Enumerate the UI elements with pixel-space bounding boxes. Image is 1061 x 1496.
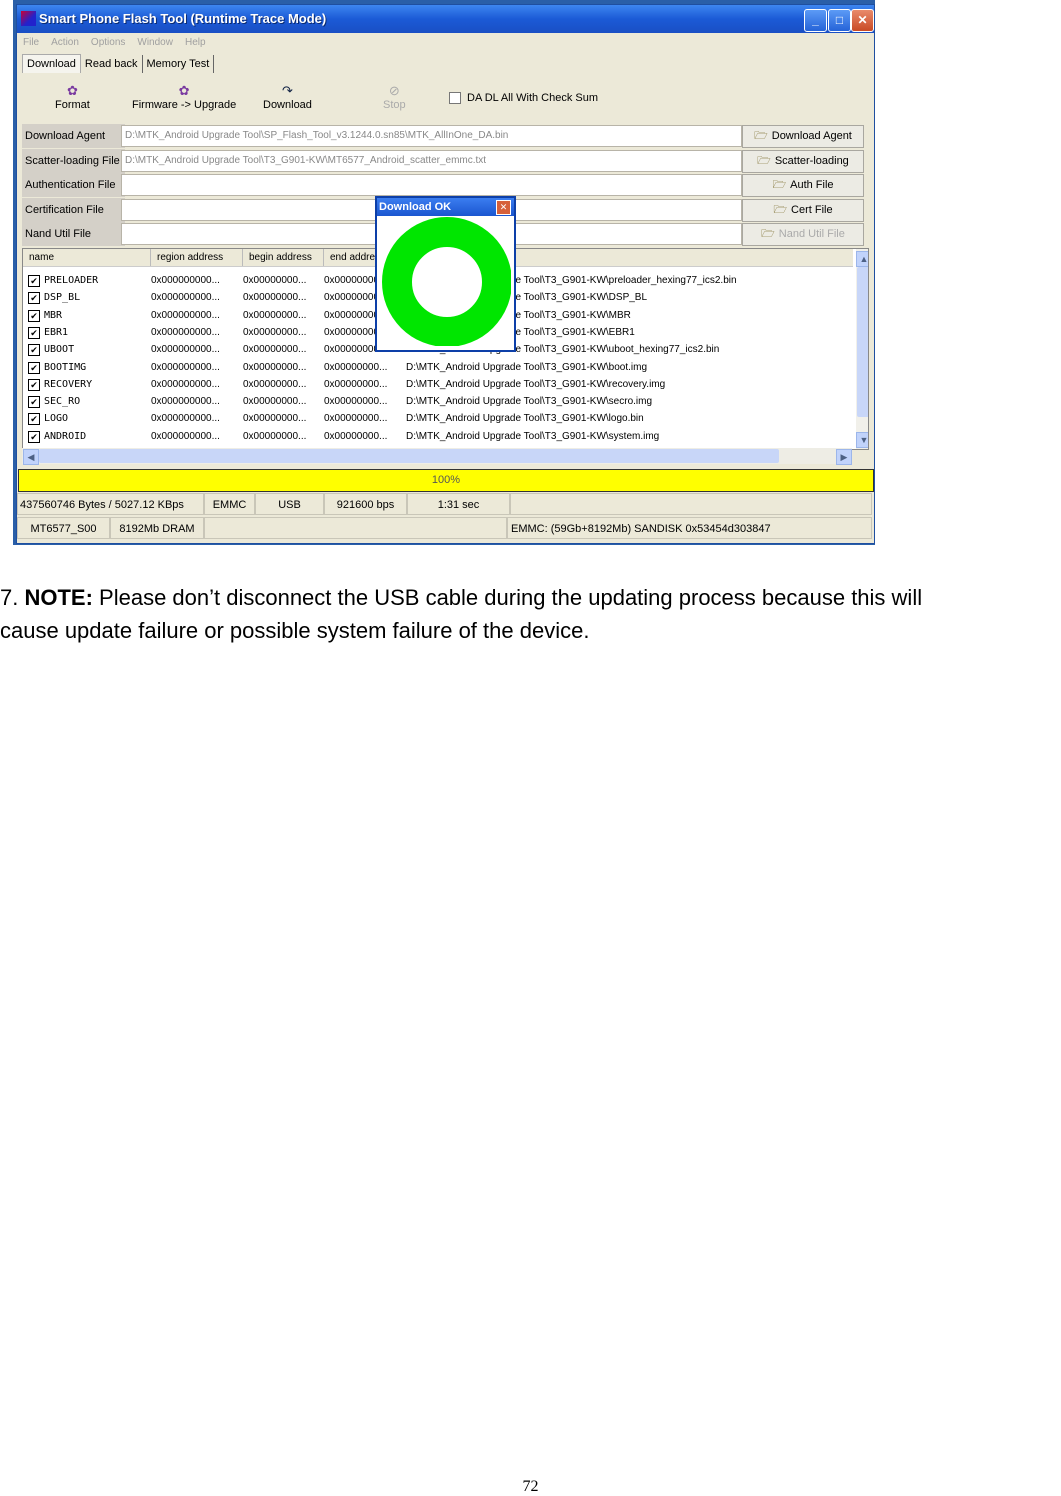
status-bytes: 437560746 Bytes / 5027.12 KBps [17, 493, 204, 515]
file-label: Authentication File [22, 173, 125, 198]
status-chip: MT6577_S00 [17, 517, 110, 539]
table-row[interactable]: ✔ ANDROID 0x000000000... 0x00000000... 0x… [23, 428, 853, 445]
browse-file-button[interactable]: 🗁 Nand Util File [742, 223, 864, 247]
checkbox-checked-icon[interactable]: ✔ [28, 361, 40, 374]
hscroll-thumb[interactable] [39, 449, 779, 463]
checkbox-checked-icon[interactable]: ✔ [28, 413, 40, 426]
status-time: 1:31 sec [407, 493, 510, 515]
col-name[interactable]: name [23, 249, 151, 266]
status-emmc-info: EMMC: (59Gb+8192Mb) SANDISK 0x53454d3038… [507, 517, 872, 539]
close-button[interactable]: ✕ [851, 9, 874, 32]
scroll-down-icon[interactable]: ▼ [856, 432, 868, 448]
menu-bar: File Action Options Window Help [17, 33, 874, 52]
folder-icon: 🗁 [773, 203, 788, 216]
checkbox-checked-icon[interactable]: ✔ [28, 309, 40, 322]
checkbox-checked-icon[interactable]: ✔ [28, 344, 40, 357]
horizontal-scrollbar[interactable]: ◀ ▶ [22, 448, 852, 465]
success-ring-icon [382, 217, 511, 346]
browse-file-button[interactable]: 🗁 Auth File [742, 174, 864, 198]
col-region[interactable]: region address [151, 249, 243, 266]
folder-icon: 🗁 [761, 228, 775, 241]
format-button[interactable]: ✿ Format [55, 83, 90, 111]
status-empty-2 [204, 517, 507, 539]
menu-window[interactable]: Window [137, 37, 173, 48]
scroll-thumb[interactable] [857, 267, 868, 417]
tab-download[interactable]: Download [22, 54, 81, 73]
tab-bar: Download Read back Memory Test [22, 54, 215, 76]
col-begin[interactable]: begin address [243, 249, 324, 266]
progress-bar: 100% [18, 469, 874, 492]
stop-button[interactable]: ⊘ Stop [383, 83, 406, 111]
maximize-button[interactable]: □ [828, 9, 851, 32]
tab-memory-test[interactable]: Memory Test [143, 55, 215, 73]
app-icon [21, 11, 36, 26]
file-label: Certification File [22, 197, 125, 222]
tab-read-back[interactable]: Read back [81, 55, 143, 73]
page-number: 72 [522, 1478, 539, 1495]
checkbox-checked-icon[interactable]: ✔ [28, 275, 40, 287]
download-button[interactable]: ↷ Download [263, 83, 312, 111]
status-baud: 921600 bps [324, 493, 407, 515]
browse-file-button[interactable]: 🗁 Scatter-loading [742, 149, 864, 173]
status-empty [510, 493, 872, 515]
checksum-checkbox[interactable]: DA DL All With Check Sum [449, 92, 598, 105]
upgrade-icon: ✿ [178, 83, 190, 98]
folder-icon: 🗁 [754, 130, 768, 142]
browse-file-button[interactable]: 🗁 Download Agent [742, 125, 864, 148]
menu-help[interactable]: Help [185, 37, 206, 48]
note-line-1: 7. NOTE: Please don’t disconnect the USB… [0, 585, 923, 610]
file-label: Nand Util File [22, 222, 125, 247]
folder-icon: 🗁 [772, 179, 787, 192]
file-label: Download Agent [22, 124, 125, 148]
scroll-right-icon[interactable]: ▶ [836, 449, 852, 465]
folder-icon: 🗁 [757, 154, 771, 167]
status-port: USB [255, 493, 324, 515]
menu-action[interactable]: Action [51, 37, 79, 48]
minimize-button[interactable]: _ [804, 9, 827, 32]
checkbox-checked-icon[interactable]: ✔ [28, 326, 40, 339]
flash-tool-screenshot: Smart Phone Flash Tool (Runtime Trace Mo… [13, 0, 875, 545]
format-icon: ✿ [66, 83, 78, 98]
menu-file[interactable]: File [23, 37, 39, 48]
table-row[interactable]: ✔ RECOVERY 0x000000000... 0x00000000... 0… [23, 376, 853, 393]
menu-options[interactable]: Options [91, 37, 125, 48]
file-label: Scatter-loading File [22, 148, 125, 173]
file-path-input[interactable]: D:\MTK_Android Upgrade Tool\SP_Flash_Too… [121, 125, 742, 147]
title-bar: Smart Phone Flash Tool (Runtime Trace Mo… [17, 5, 874, 33]
vertical-scrollbar[interactable]: ▲ ▼ [856, 249, 868, 449]
checkbox-icon [449, 92, 461, 105]
window-title: Smart Phone Flash Tool (Runtime Trace Mo… [39, 11, 327, 26]
table-row[interactable]: ✔ BOOTIMG 0x000000000... 0x00000000... 0x… [23, 359, 853, 376]
scroll-up-icon[interactable]: ▲ [856, 251, 868, 267]
status-dram: 8192Mb DRAM [110, 517, 204, 539]
table-row[interactable]: ✔ SEC_RO 0x000000000... 0x00000000... 0x0… [23, 393, 853, 410]
checkbox-checked-icon[interactable]: ✔ [28, 378, 40, 391]
dialog-title: Download OK [377, 198, 514, 216]
dialog-close-icon[interactable]: ✕ [496, 200, 511, 215]
download-ok-dialog: Download OK ✕ [375, 196, 516, 352]
file-path-input[interactable] [121, 174, 742, 197]
browse-file-button[interactable]: 🗁 Cert File [742, 198, 864, 222]
firmware-upgrade-button[interactable]: ✿ Firmware -> Upgrade [132, 83, 236, 111]
scroll-left-icon[interactable]: ◀ [23, 449, 39, 465]
file-path-input[interactable]: D:\MTK_Android Upgrade Tool\T3_G901-KW\M… [121, 149, 742, 172]
stop-icon: ⊘ [388, 83, 400, 98]
table-row[interactable]: ✔ LOGO 0x000000000... 0x00000000... 0x000… [23, 410, 853, 427]
status-storage: EMMC [204, 493, 255, 515]
note-label: NOTE: [24, 585, 93, 610]
download-arrow-icon: ↷ [282, 83, 293, 98]
note-line-2: cause update failure or possible system … [0, 618, 590, 643]
checkbox-checked-icon[interactable]: ✔ [28, 292, 40, 305]
checkbox-checked-icon[interactable]: ✔ [28, 430, 40, 443]
checkbox-checked-icon[interactable]: ✔ [28, 396, 40, 409]
